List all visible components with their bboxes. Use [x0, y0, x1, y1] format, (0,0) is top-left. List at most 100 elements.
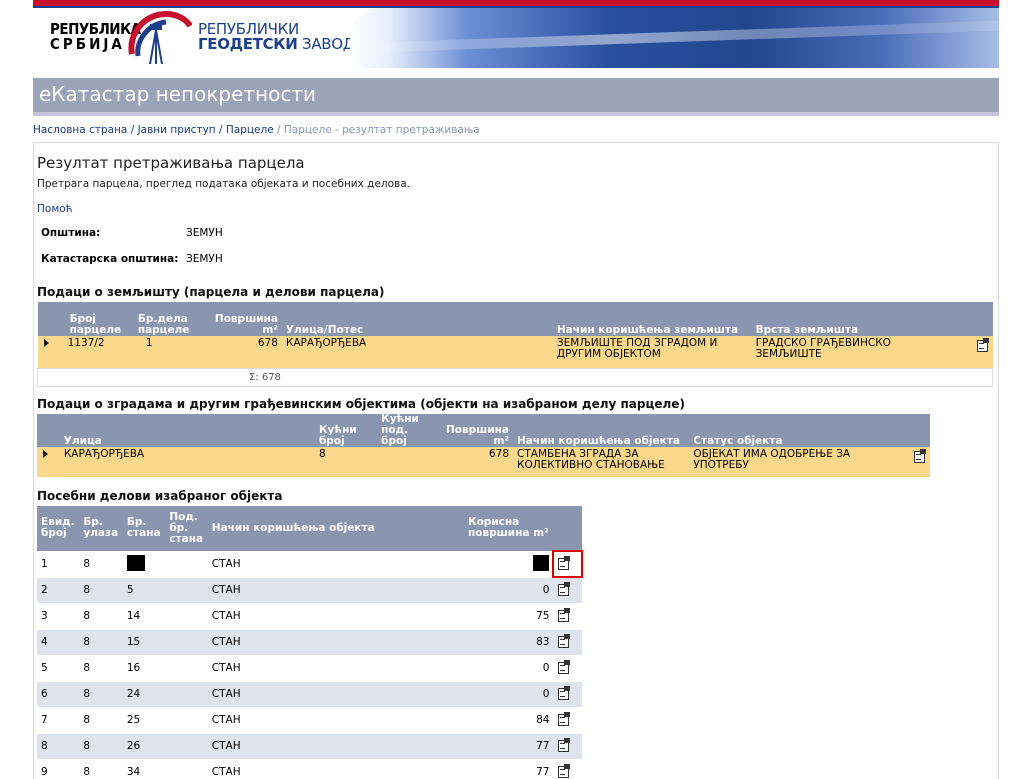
- app-title-bar: еКатастар непокретности: [33, 78, 999, 112]
- header-banner-image: [350, 8, 999, 68]
- parts-section-title: Посебни делови изабраног објекта: [37, 489, 283, 503]
- cell-usage: СТАН: [207, 603, 465, 630]
- cell-usage: СТАН: [207, 707, 465, 734]
- parts-row[interactable]: 3 8 14 СТАН 75: [37, 603, 582, 630]
- cell-apt: [122, 551, 166, 578]
- cell-usage: СТАН: [207, 577, 465, 604]
- cell-evid: 4: [37, 629, 80, 656]
- cadastral-value: ЗЕМУН: [186, 253, 223, 265]
- cell-subapt: [165, 733, 208, 760]
- cell-usage: СТАН: [207, 759, 465, 779]
- parts-row[interactable]: 4 8 15 СТАН 83: [37, 629, 582, 656]
- cell-subapt: [165, 629, 208, 656]
- cell-action: [553, 577, 582, 604]
- cell-evid: 2: [37, 577, 80, 604]
- land-sum: Σ: 678: [248, 371, 281, 383]
- cell-action: [553, 629, 582, 656]
- breadcrumb-parcels[interactable]: Парцеле: [226, 124, 274, 136]
- rgz-name-text: РЕПУБЛИЧКИ ГЕОДЕТСКИ ЗАВОД: [198, 20, 355, 53]
- cell-area: 77: [464, 733, 554, 760]
- cell-evid: 7: [37, 707, 80, 734]
- cell-entrance: 8: [79, 655, 123, 682]
- cell-evid: 3: [37, 603, 80, 630]
- open-details-icon[interactable]: [557, 686, 571, 700]
- breadcrumb: Насловна страна / Јавни приступ / Парцел…: [33, 124, 480, 136]
- open-details-icon[interactable]: [557, 556, 571, 570]
- cell-apt: 25: [122, 707, 166, 734]
- parts-row[interactable]: 9 8 34 СТАН 77: [37, 759, 582, 779]
- parts-row[interactable]: 2 8 5 СТАН 0: [37, 577, 582, 604]
- cell-apt: 15: [122, 629, 166, 656]
- redacted-block: [126, 554, 145, 571]
- page-title: Резултат претраживања парцела: [37, 154, 305, 172]
- cell-apt: 34: [122, 759, 166, 779]
- land-table: Број парцеле Бр.дела парцеле Површина m² У…: [37, 302, 993, 387]
- municipality-label: Општина:: [41, 227, 101, 239]
- open-details-icon[interactable]: [557, 660, 571, 674]
- breadcrumb-public-access[interactable]: Јавни приступ: [138, 124, 216, 136]
- parts-row[interactable]: 5 8 16 СТАН 0: [37, 655, 582, 682]
- cell-subapt: [165, 681, 208, 708]
- cell-evid: 6: [37, 681, 80, 708]
- cell-area: 77: [464, 759, 554, 779]
- app-title: еКатастар непокретности: [39, 82, 317, 106]
- rgz-logo-icon: [128, 10, 192, 65]
- buildings-table: Улица Кућни број Кућни под. број Површина m…: [37, 414, 930, 477]
- parts-row[interactable]: 8 8 26 СТАН 77: [37, 733, 582, 760]
- cell-entrance: 8: [79, 759, 123, 779]
- municipality-value: ЗЕМУН: [186, 227, 223, 239]
- cell-apt: 14: [122, 603, 166, 630]
- open-details-icon[interactable]: [557, 608, 571, 622]
- cell-action: [553, 759, 582, 779]
- parts-table: Евид. број Бр. улаза Бр. стана Под. бр. стана…: [37, 506, 583, 779]
- land-section-title: Подаци о земљишту (парцела и делови парц…: [37, 285, 385, 299]
- cell-subapt: [165, 577, 208, 604]
- open-details-icon[interactable]: [557, 738, 571, 752]
- breadcrumb-current: Парцеле - резултат претраживања: [283, 124, 480, 136]
- cell-entrance: 8: [79, 577, 123, 604]
- cell-entrance: 8: [79, 707, 123, 734]
- page: { "header": { "republic_line1": "РЕПУБЛИ…: [0, 0, 1024, 779]
- open-details-icon[interactable]: [557, 764, 571, 778]
- cell-entrance: 8: [79, 733, 123, 760]
- open-details-icon[interactable]: [557, 582, 571, 596]
- cell-usage: СТАН: [207, 551, 465, 578]
- cell-area: 83: [464, 629, 554, 656]
- parts-row[interactable]: 1 8 СТАН: [37, 550, 583, 578]
- open-details-icon[interactable]: [913, 449, 926, 463]
- land-row[interactable]: 1137/2 1 678 КАРАЂОРЂЕВА ЗЕМЉИШТЕ ПОД ЗГ…: [37, 336, 993, 368]
- cell-usage: СТАН: [207, 733, 465, 760]
- cell-evid: 1: [37, 551, 80, 578]
- cell-usage: СТАН: [207, 681, 465, 708]
- open-details-icon[interactable]: [976, 338, 989, 352]
- redacted-block: [533, 554, 550, 571]
- cell-action: [553, 707, 582, 734]
- cell-action: [553, 603, 582, 630]
- breadcrumb-home[interactable]: Насловна страна: [33, 124, 127, 136]
- cell-action: [552, 550, 583, 578]
- cell-subapt: [165, 551, 208, 578]
- cell-action: [553, 681, 582, 708]
- help-link[interactable]: Помоћ: [37, 203, 73, 215]
- cell-action: [553, 655, 582, 682]
- cell-subapt: [165, 707, 208, 734]
- cell-entrance: 8: [79, 603, 123, 630]
- cadastral-label: Катастарска општина:: [41, 253, 179, 265]
- title-divider: [33, 112, 999, 116]
- open-details-icon[interactable]: [557, 712, 571, 726]
- cell-area: 84: [464, 707, 554, 734]
- cell-entrance: 8: [79, 551, 123, 578]
- cell-action: [553, 733, 582, 760]
- cell-area: 75: [464, 603, 554, 630]
- parts-row[interactable]: 7 8 25 СТАН 84: [37, 707, 582, 734]
- cell-evid: 5: [37, 655, 80, 682]
- cell-entrance: 8: [79, 681, 123, 708]
- parts-row[interactable]: 6 8 24 СТАН 0: [37, 681, 582, 708]
- building-row[interactable]: КАРАЂОРЂЕВА 8 678 СТАМБЕНА ЗГРАДА ЗА КОЛ…: [37, 447, 930, 477]
- cell-area: 0: [464, 577, 554, 604]
- cell-subapt: [165, 655, 208, 682]
- row-arrow-icon: [43, 450, 48, 458]
- open-details-icon[interactable]: [557, 634, 571, 648]
- cell-usage: СТАН: [207, 629, 465, 656]
- buildings-section-title: Подаци о зградама и другим грађевинским …: [37, 397, 685, 411]
